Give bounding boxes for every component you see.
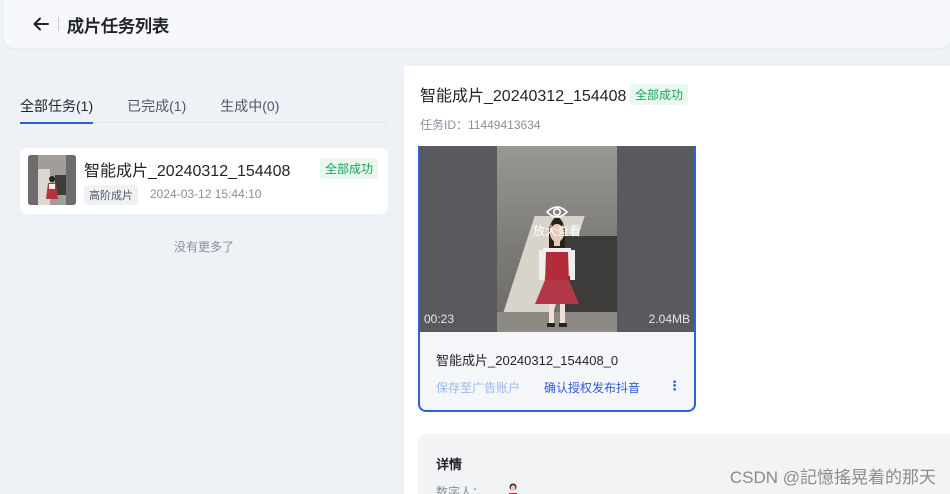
video-name: 智能成片_20240312_154408_0 [436,353,619,368]
video-frame [497,146,617,332]
publish-douyin-button[interactable]: 确认授权发布抖音 [544,379,640,396]
zoom-button[interactable]: 放大查看 [420,204,694,239]
task-thumbnail [28,155,76,205]
more-icon[interactable]: ⋮ [668,378,681,394]
video-preview[interactable]: 放大查看 00:23 2.04MB [420,146,694,332]
task-type-tag: 高阶成片 [84,185,138,205]
list-end-text: 没有更多了 [173,240,234,254]
task-time: 2024-03-12 15:44:10 [150,187,262,201]
task-name: 智能成片_20240312_154408 [84,163,291,180]
video-person-image [535,217,579,327]
back-button[interactable] [30,13,52,35]
detail-title: 智能成片_20240312_154408 [420,88,627,105]
zoom-label: 放大查看 [532,224,581,238]
arrow-left-icon [33,17,49,31]
save-to-ad-account-button[interactable]: 保存至广告账户 [436,379,520,396]
task-list-panel: 全部任务(1) 已完成(1) 生成中(0) 智能成片_20240312_1544… [4,66,404,494]
task-tabs: 全部任务(1) 已完成(1) 生成中(0) [20,96,388,124]
page-header: 成片任务列表 [4,0,950,48]
task-detail-panel: 智能成片_20240312_154408 全部成功 任务ID：114494136… [404,66,950,494]
video-card: 放大查看 00:23 2.04MB 智能成片_20240312_154408_0… [418,146,696,412]
status-badge: 全部成功 [319,158,378,179]
task-id: 任务ID：11449413634 [420,118,541,132]
video-size: 2.04MB [648,312,690,326]
task-list-item[interactable]: 智能成片_20240312_154408 全部成功 高阶成片 2024-03-1… [20,148,388,214]
tab-generating[interactable]: 生成中(0) [220,96,279,123]
watermark-text: CSDN @記憶搖晃着的那天 [729,468,936,487]
digital-human-avatar [506,482,520,494]
eye-icon [545,206,569,218]
video-duration: 00:23 [424,312,455,326]
tab-all[interactable]: 全部任务(1) [20,96,94,124]
tab-completed[interactable]: 已完成(1) [127,96,186,123]
digital-human-label: 数字人： [436,485,485,494]
details-title: 详情 [436,457,463,472]
detail-status-badge: 全部成功 [630,84,689,105]
title-divider [58,17,59,31]
page-title: 成片任务列表 [67,16,169,36]
